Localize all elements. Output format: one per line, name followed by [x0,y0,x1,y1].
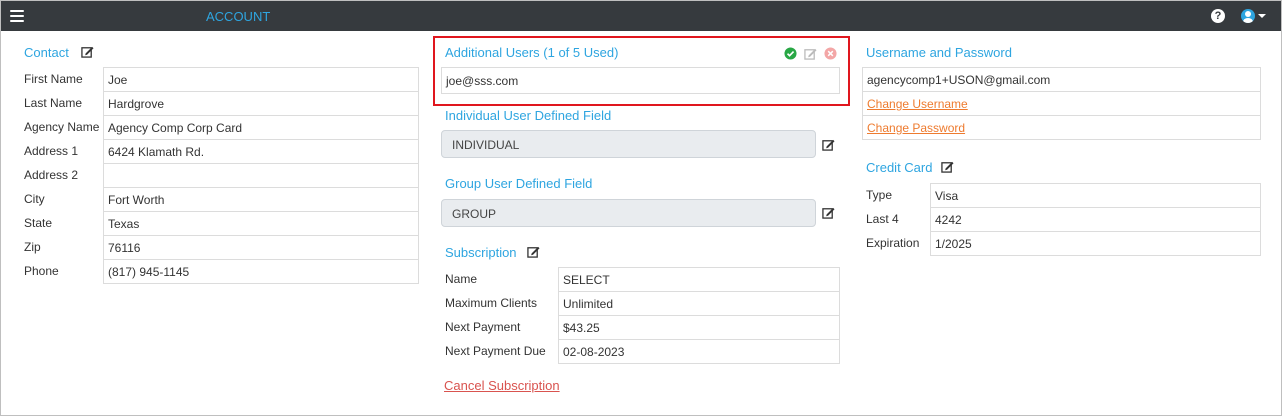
city-value: Fort Worth [103,187,419,212]
field-label: Next Payment [445,320,521,334]
next-payment-due-value: 02-08-2023 [558,339,840,364]
top-navbar: ACCOUNT ? [1,1,1281,31]
card-expiration-value: 1/2025 [930,231,1261,256]
change-username-link[interactable]: Change Username [862,91,1261,116]
field-label: Last Name [24,96,83,110]
group-field-input[interactable]: GROUP [441,199,816,227]
cancel-subscription-link[interactable]: Cancel Subscription [444,378,560,393]
field-label: Address 2 [24,168,79,182]
edit-group-field-icon[interactable] [822,206,835,219]
field-label: City [24,192,45,206]
field-label: Name [445,272,478,286]
individual-field-input[interactable]: INDIVIDUAL [441,130,816,158]
card-type-value: Visa [930,183,1261,208]
field-label: Type [866,188,893,202]
card-last4-value: 4242 [930,207,1261,232]
remove-circle-icon[interactable] [824,47,837,60]
field-label: State [24,216,53,230]
edit-credit-card-icon[interactable] [941,160,954,173]
group-field-heading: Group User Defined Field [445,176,593,191]
user-circle-icon [1241,9,1255,23]
hamburger-icon[interactable] [10,10,24,22]
credentials-heading: Username and Password [866,45,1012,60]
field-label: Address 1 [24,144,79,158]
edit-subscription-icon[interactable] [527,245,540,258]
additional-user-email: joe@sss.com [441,67,840,94]
page-title: ACCOUNT [206,9,271,24]
individual-field-heading: Individual User Defined Field [445,108,612,123]
caret-down-icon [1258,14,1266,18]
additional-users-heading: Additional Users (1 of 5 Used) [445,45,619,60]
agency-name-value: Agency Comp Corp Card [103,115,419,140]
credit-card-heading: Credit Card [866,160,933,175]
check-circle-icon[interactable] [784,47,797,60]
edit-contact-icon[interactable] [81,45,94,58]
change-password-link[interactable]: Change Password [862,115,1261,140]
address1-value: 6424 Klamath Rd. [103,139,419,164]
phone-value: (817) 945-1145 [103,259,419,284]
edit-user-icon[interactable] [804,47,817,60]
field-label: Last 4 [866,212,899,226]
first-name-value: Joe [103,67,419,92]
field-label: Expiration [866,236,920,250]
subscription-name-value: SELECT [558,267,840,292]
question-circle-icon[interactable]: ? [1211,9,1225,23]
edit-individual-field-icon[interactable] [822,138,835,151]
field-label: First Name [24,72,83,86]
contact-heading: Contact [24,45,69,60]
field-label: Maximum Clients [445,296,538,310]
next-payment-value: $43.25 [558,315,840,340]
zip-value: 76116 [103,235,419,260]
max-clients-value: Unlimited [558,291,840,316]
address2-value [103,163,419,188]
field-label: Zip [24,240,41,254]
field-label: Phone [24,264,59,278]
subscription-heading: Subscription [445,245,517,260]
state-value: Texas [103,211,419,236]
field-label: Next Payment Due [445,344,546,358]
field-label: Agency Name [24,120,100,134]
last-name-value: Hardgrove [103,91,419,116]
username-value: agencycomp1+USON@gmail.com [862,67,1261,92]
